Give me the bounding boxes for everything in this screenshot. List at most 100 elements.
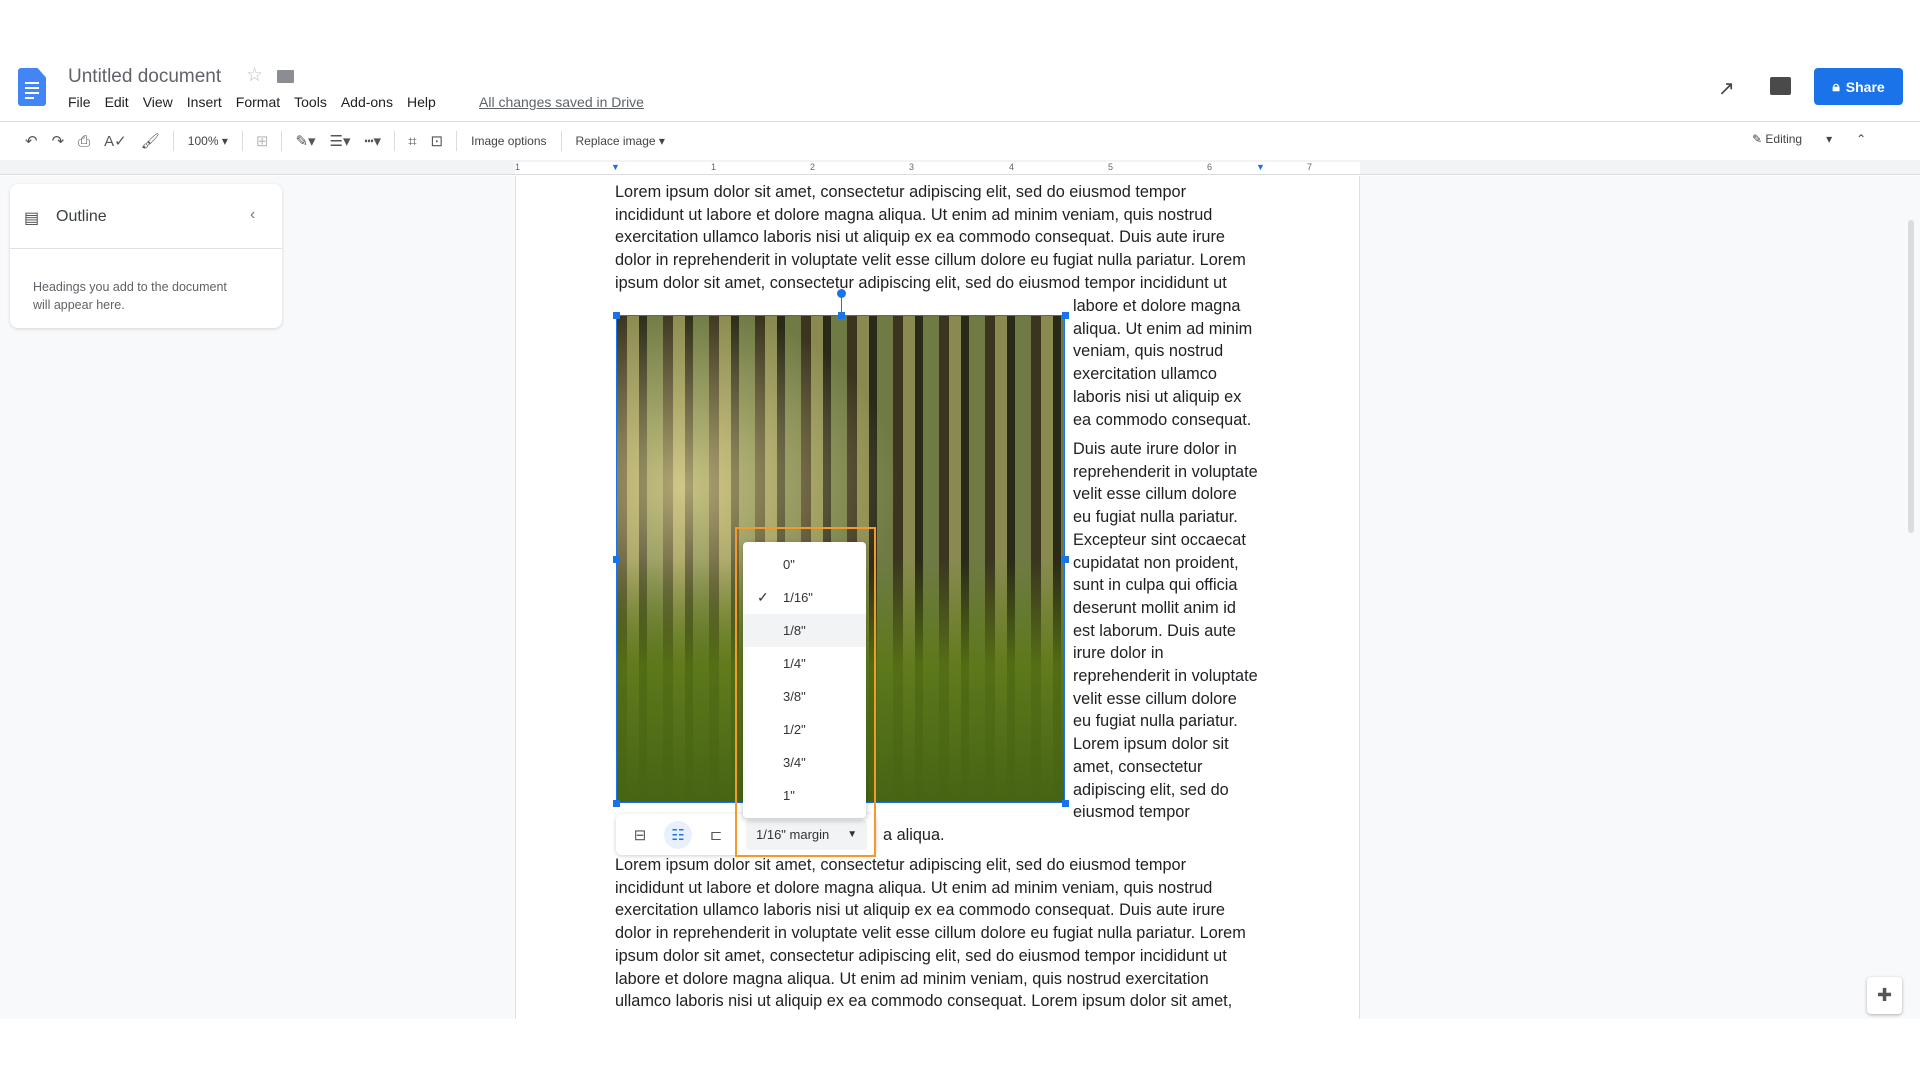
left-indent-handle[interactable]: ▼ <box>611 162 620 172</box>
ruler-mark: 5 <box>1108 162 1114 172</box>
undo-icon[interactable]: ↶ <box>25 132 38 150</box>
divider <box>172 131 174 151</box>
document-title[interactable]: Untitled document <box>68 66 221 88</box>
highlight-annotation <box>735 527 876 857</box>
collapse-menus-icon[interactable]: ⌃ <box>1856 132 1866 146</box>
text-line: sunt in culpa qui officia <box>1073 576 1238 595</box>
header-divider <box>0 121 1920 122</box>
wrap-text-icon[interactable]: ☷ <box>664 820 692 849</box>
text-line: irure dolor in <box>1073 644 1164 663</box>
menu-bar: File Edit View Insert Format Tools Add-o… <box>68 94 450 110</box>
border-color-icon[interactable]: ✎▾ <box>295 132 315 150</box>
divider <box>456 131 458 151</box>
resize-handle[interactable] <box>1062 312 1069 319</box>
divider <box>10 248 282 249</box>
text-line: dolor in reprehenderit in voluptate veli… <box>615 924 1246 943</box>
outline-hint-line: Headings you add to the document <box>33 280 227 294</box>
text-line: velit esse cillum dolore <box>1073 689 1237 708</box>
resize-handle[interactable] <box>613 800 620 807</box>
docs-logo[interactable] <box>18 68 46 106</box>
chevron-down-icon: ▾ <box>1826 132 1833 146</box>
save-status-link[interactable]: All changes saved in Drive <box>479 94 644 110</box>
divider <box>560 131 562 151</box>
text-after-image[interactable]: a aliqua. <box>883 824 945 847</box>
text-line: est laborum. Duis aute <box>1073 621 1236 640</box>
border-weight-icon[interactable]: ☰▾ <box>330 132 351 150</box>
text-line: Lorem ipsum dolor sit amet, consectetur … <box>615 183 1187 201</box>
share-button[interactable]: 🔒︎ Share <box>1814 68 1903 105</box>
menu-format[interactable]: Format <box>236 94 280 110</box>
menu-help[interactable]: Help <box>407 94 436 110</box>
ruler-mark: 3 <box>909 162 915 172</box>
text-line: exercitation ullamco laboris nisi ut ali… <box>615 901 1225 920</box>
share-label: Share <box>1845 78 1885 95</box>
editing-mode-select[interactable]: ✎ Editing ▾ ⌃ <box>1752 132 1866 146</box>
redo-icon[interactable]: ↷ <box>52 132 65 150</box>
folder-icon[interactable] <box>277 70 294 83</box>
menu-tools[interactable]: Tools <box>294 94 327 110</box>
print-icon[interactable]: ⎙ <box>78 133 90 150</box>
outline-panel: ▤ Outline ‹ Headings you add to the docu… <box>10 184 282 328</box>
comments-icon[interactable] <box>1770 77 1791 95</box>
text-line: aliqua. Ut enim ad minim <box>1073 319 1253 338</box>
text-line: laboris nisi ut aliquip ex <box>1073 387 1242 406</box>
wrapped-text-1[interactable]: labore et dolore magna aliqua. Ut enim ad… <box>1073 295 1252 431</box>
outline-icon: ▤ <box>24 210 40 227</box>
ruler-mark: 2 <box>810 162 816 172</box>
star-icon[interactable]: ☆ <box>246 64 263 87</box>
resize-handle[interactable] <box>1062 800 1069 807</box>
spellcheck-icon[interactable]: A✓ <box>104 132 127 150</box>
menu-edit[interactable]: Edit <box>105 94 129 110</box>
break-text-icon[interactable]: ⊏ <box>702 821 730 849</box>
text-line: velit esse cillum dolore <box>1073 485 1237 504</box>
text-line: ipsum dolor sit amet, consectetur adipis… <box>615 273 1227 292</box>
outline-hint-line: will appear here. <box>33 298 125 312</box>
text-line: exercitation ullamco laboris nisi ut ali… <box>615 228 1225 247</box>
activity-trend-icon[interactable]: ↗ <box>1718 76 1735 101</box>
text-line: exercitation ullamco <box>1073 365 1217 384</box>
text-line: Excepteur sint occaecat <box>1073 530 1246 549</box>
toolbar: ↶ ↷ ⎙ A✓ 🖌︎ 100% ▾ ⊞ ✎▾ ☰▾ ┅▾ ⌗ ⊡ Image … <box>18 130 673 152</box>
paragraph-bottom[interactable]: Lorem ipsum dolor sit amet, consectetur … <box>615 854 1246 1013</box>
right-indent-handle[interactable]: ▼ <box>1256 162 1265 172</box>
explore-button[interactable]: ✚ <box>1867 977 1902 1014</box>
lock-icon: 🔒︎ <box>1832 78 1840 94</box>
text-line: eu fugiat nulla pariatur. <box>1073 712 1238 731</box>
rotate-handle[interactable] <box>837 289 846 298</box>
replace-image-button[interactable]: Replace image ▾ <box>576 134 665 148</box>
zoom-select[interactable]: 100% ▾ <box>188 134 228 148</box>
resize-handle[interactable] <box>613 312 620 319</box>
scrollbar[interactable] <box>1908 220 1914 533</box>
ruler-page-area[interactable]: 1 ▼ 1 2 3 4 5 6 ▼ 7 <box>515 162 1360 174</box>
text-line: ullamco laboris nisi ut aliquip ex ea co… <box>615 992 1233 1011</box>
resize-handle[interactable] <box>613 556 620 563</box>
crop-icon[interactable]: ⌗ <box>408 133 416 150</box>
inline-wrap-icon[interactable]: ⊟ <box>626 821 654 849</box>
divider <box>241 131 243 151</box>
ruler-mark: 6 <box>1207 162 1213 172</box>
text-line: reprehenderit in voluptate <box>1073 667 1258 686</box>
text-line: labore et dolore magna aliqua. Ut enim a… <box>615 969 1209 988</box>
outline-hint: Headings you add to the document will ap… <box>33 278 227 314</box>
replace-image-label: Replace image <box>575 134 656 148</box>
menu-addons[interactable]: Add-ons <box>341 94 393 110</box>
menu-file[interactable]: File <box>68 94 91 110</box>
ruler-mark: 4 <box>1009 162 1015 172</box>
border-dash-icon[interactable]: ┅▾ <box>365 132 382 150</box>
text-line: eiusmod tempor <box>1073 803 1190 822</box>
menu-insert[interactable]: Insert <box>187 94 222 110</box>
resize-handle[interactable] <box>838 312 845 319</box>
reset-image-icon[interactable]: ⊡ <box>431 132 444 150</box>
text-line: veniam, quis nostrud <box>1073 342 1224 361</box>
editing-label: Editing <box>1765 132 1803 146</box>
image-options-button[interactable]: Image options <box>471 134 546 148</box>
menu-view[interactable]: View <box>143 94 173 110</box>
text-line: incididunt ut labore et dolore magna ali… <box>615 878 1213 897</box>
paint-format-icon[interactable]: 🖌︎ <box>141 132 160 150</box>
resize-handle[interactable] <box>1062 556 1069 563</box>
paragraph-top[interactable]: Lorem ipsum dolor sit amet, consectetur … <box>615 181 1246 295</box>
add-comment-icon[interactable]: ⊞ <box>256 132 269 150</box>
divider <box>281 131 283 151</box>
wrapped-text-2[interactable]: Duis aute irure dolor in reprehenderit in… <box>1073 438 1258 824</box>
collapse-outline-icon[interactable]: ‹ <box>250 206 255 224</box>
